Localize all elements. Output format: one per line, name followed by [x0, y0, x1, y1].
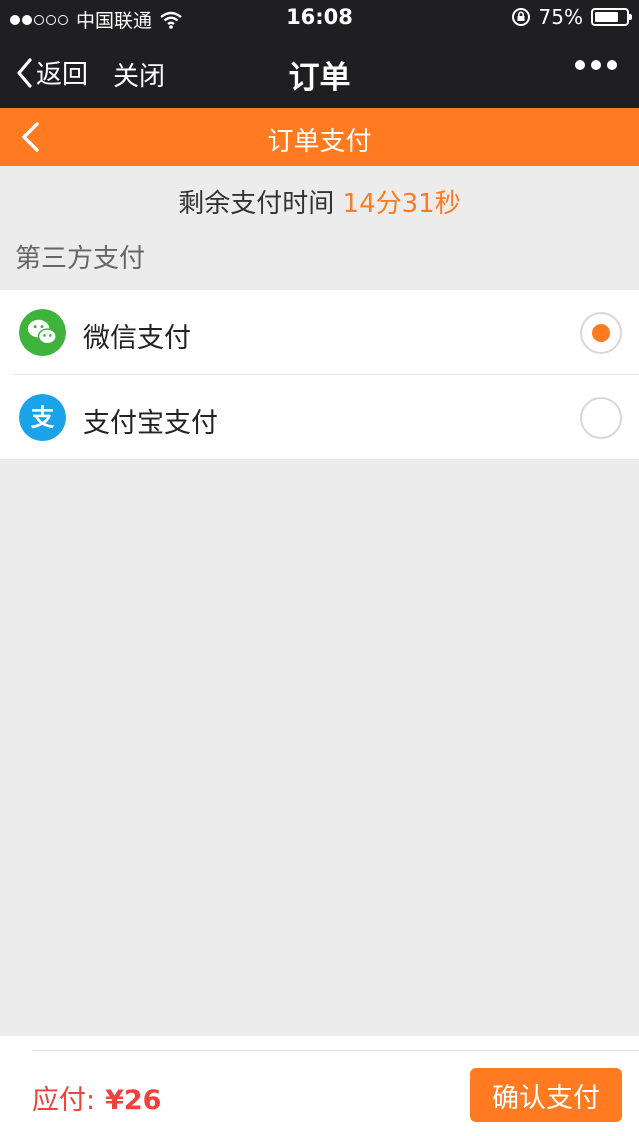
top-bar: 中国联通 16:08 75% 返回 关闭 订单 [0, 0, 639, 108]
countdown-label: 剩余支付时间 [178, 189, 335, 219]
more-options-icon[interactable] [575, 60, 617, 70]
orientation-lock-icon [511, 8, 530, 26]
radio-selected-dot [592, 324, 610, 342]
radio-button[interactable] [580, 397, 622, 439]
confirm-payment-button[interactable]: 确认支付 [470, 1068, 622, 1122]
checkout-bar: 应付: ¥26 确认支付 [0, 1036, 639, 1136]
payment-method-list: 微信支付 支 支付宝支付 [0, 290, 639, 459]
svg-text:支: 支 [31, 403, 55, 431]
alipay-icon: 支 [19, 394, 66, 441]
header-title: 订单支付 [267, 127, 372, 157]
countdown-time: 14分31秒 [342, 189, 461, 219]
payment-option-alipay[interactable]: 支 支付宝支付 [0, 375, 639, 459]
battery-icon [591, 8, 632, 26]
amount-value: ¥26 [105, 1085, 162, 1116]
status-bar: 中国联通 16:08 75% [0, 0, 639, 36]
payment-option-label: 微信支付 [83, 323, 191, 354]
page-title: 订单 [288, 60, 351, 96]
battery-percent: 75% [538, 5, 583, 29]
payment-countdown: 剩余支付时间 14分31秒 [0, 183, 639, 220]
divider [32, 1050, 639, 1051]
radio-button-selected[interactable] [580, 312, 622, 354]
battery-level [595, 12, 618, 22]
status-right: 75% [511, 5, 632, 29]
amount-due: 应付: ¥26 [32, 1078, 161, 1117]
payment-option-label: 支付宝支付 [83, 408, 218, 439]
wechat-icon [19, 309, 66, 356]
order-payment-header: 订单支付 [0, 108, 639, 166]
section-label: 第三方支付 [15, 244, 146, 274]
amount-label: 应付: [32, 1085, 96, 1116]
payment-option-wechat[interactable]: 微信支付 [0, 290, 639, 375]
wechat-nav-bar: 返回 关闭 订单 [0, 36, 639, 108]
